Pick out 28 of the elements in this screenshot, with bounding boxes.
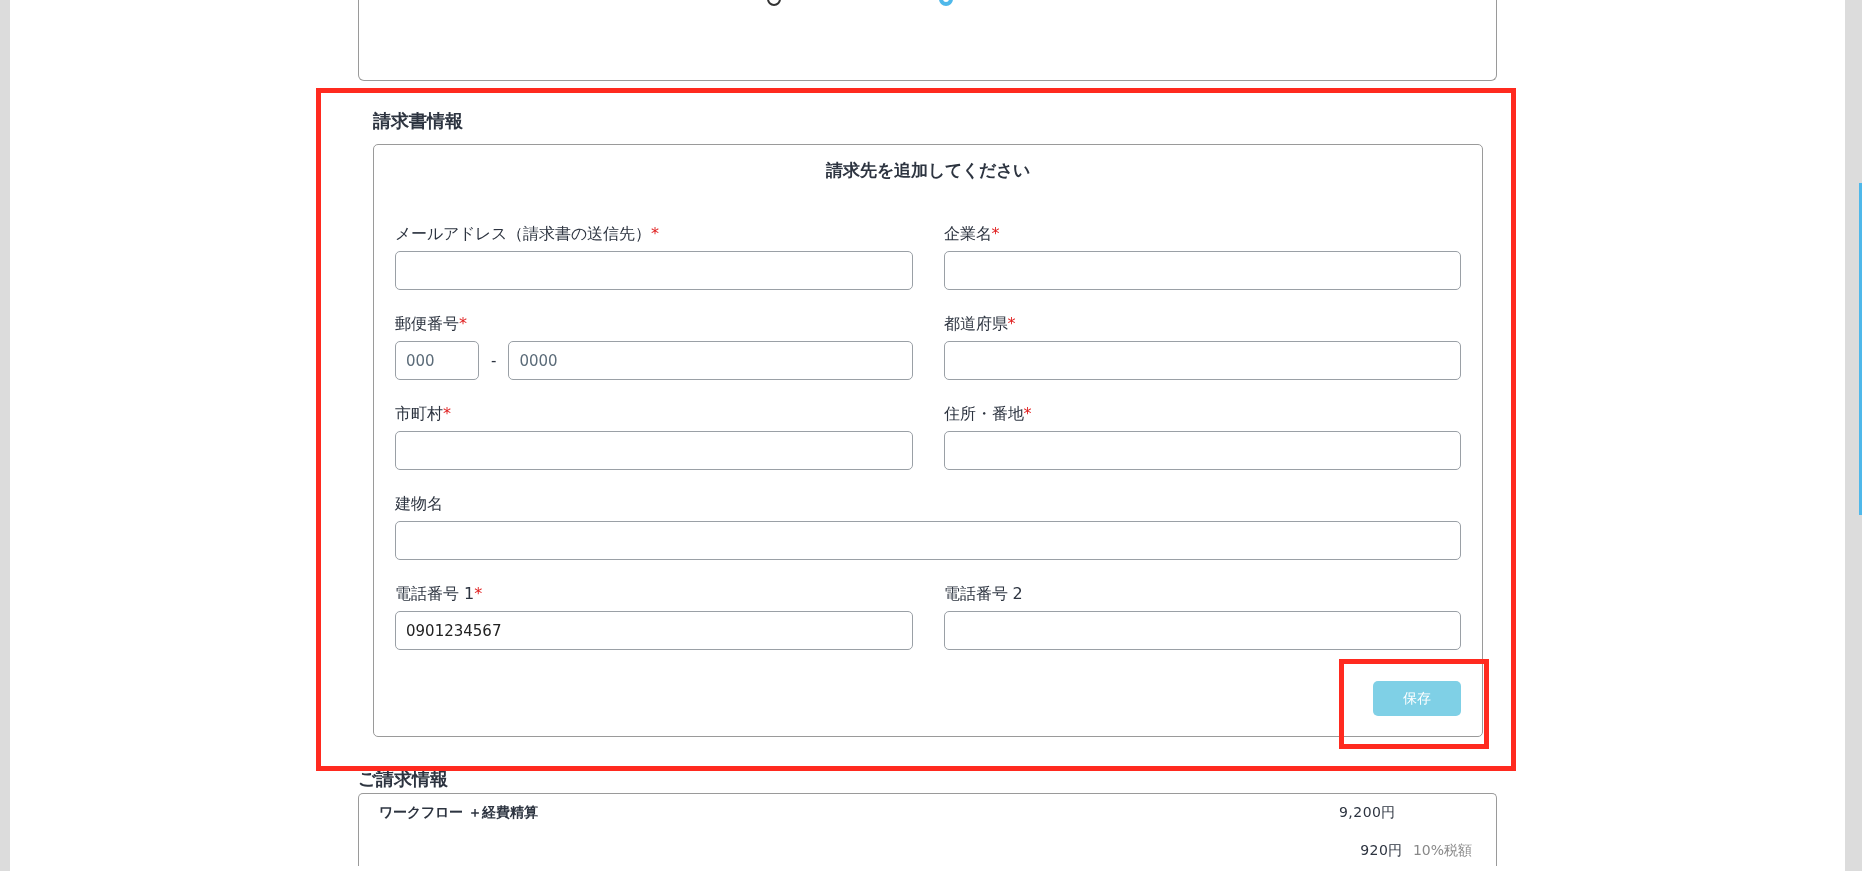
field-label: メールアドレス（請求書の送信先）* — [395, 224, 660, 243]
amount-text: 9,200円 — [1338, 804, 1396, 822]
section-title: ご請求情報 — [358, 768, 449, 791]
tax-note: 10%税額 — [1412, 842, 1472, 860]
text-field[interactable] — [943, 251, 1461, 290]
section-title: 請求書情報 — [373, 109, 464, 133]
text-field[interactable] — [943, 611, 1461, 650]
field-label: 企業名* — [943, 224, 1001, 243]
postal-code-field[interactable]: 000 — [395, 341, 479, 380]
text-field[interactable]: 0901234567 — [395, 611, 913, 650]
form-title: 請求先を追加してください — [826, 159, 1030, 182]
separator-text: - — [491, 351, 497, 370]
field-label: 住所・番地* — [943, 404, 1033, 423]
postal-code-field[interactable]: 0000 — [508, 341, 913, 380]
field-label: 建物名 — [395, 494, 444, 513]
field-label: 都道府県* — [943, 314, 1017, 333]
field-label: 電話番号 1* — [395, 584, 484, 603]
text-field[interactable] — [943, 431, 1461, 470]
field-label: 電話番号 2 — [943, 584, 1024, 603]
text-field[interactable] — [395, 521, 1461, 560]
amount-text: 920円 — [1360, 842, 1403, 860]
text-field[interactable] — [395, 431, 913, 470]
item-label: ワークフロー ＋経費精算 — [379, 804, 539, 822]
field-label: 郵便番号* — [395, 314, 468, 333]
text-field[interactable] — [943, 341, 1461, 380]
text-field[interactable] — [395, 251, 913, 290]
scrollbar-thumb[interactable] — [1859, 183, 1862, 515]
field-label: 市町村* — [395, 404, 452, 423]
